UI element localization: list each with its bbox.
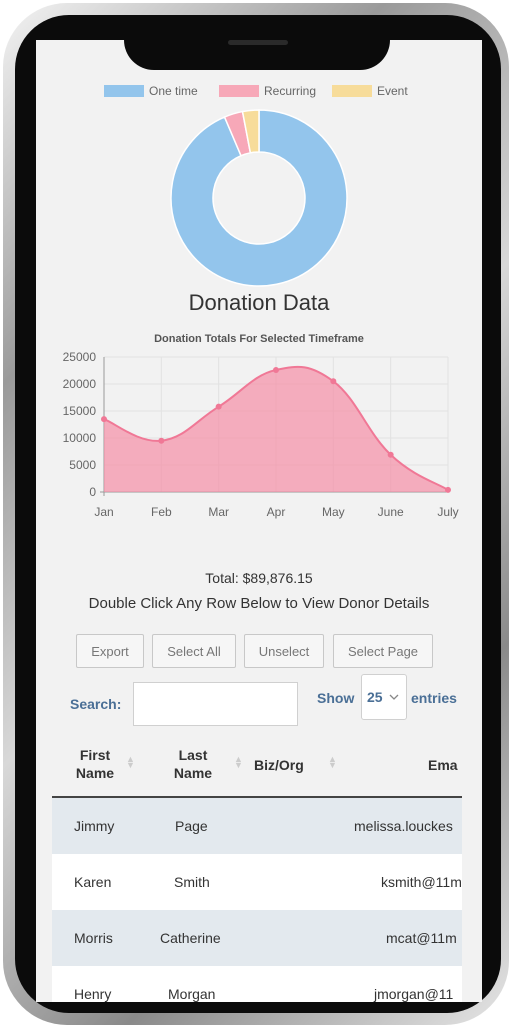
cell-last-name: Smith [174,874,210,890]
instruction-text: Double Click Any Row Below to View Donor… [88,595,430,612]
chevron-down-icon [389,694,399,700]
cell-last-name: Catherine [160,930,221,946]
legend-item-recurring[interactable]: Recurring [219,84,316,98]
table-row[interactable]: Henry Morgan jmorgan@11 [52,966,462,1002]
cell-email: jmorgan@11 [374,986,454,1002]
table-row[interactable]: Jimmy Page melissa.louckes [52,798,462,854]
x-tick-label: Mar [208,505,229,519]
legend-swatch [219,85,259,97]
cell-first-name: Karen [74,874,112,890]
cell-email: ksmith@11m [381,874,462,890]
area-fill [104,366,448,492]
cell-email: melissa.louckes [354,818,453,834]
header-last-name-line2: Name [173,765,213,781]
legend-label: One time [149,84,198,98]
search-input[interactable] [133,682,298,726]
header-first-name[interactable]: First Name [72,746,118,782]
x-tick-label: Apr [267,505,286,519]
line-chart-title: Donation Totals For Selected Timeframe [154,333,364,345]
x-tick-label: Jan [94,505,113,519]
header-last-name-line1: Last [178,747,208,763]
header-email[interactable]: Ema [428,756,462,774]
data-point [158,437,165,444]
entries-select-value: 25 [367,689,383,705]
legend-item-event[interactable]: Event [332,84,408,98]
donut-chart [170,109,348,287]
y-tick-label: 0 [89,485,96,499]
sort-icon: ▲ ▼ [126,754,135,770]
cell-first-name: Henry [74,986,112,1002]
legend-swatch [104,85,144,97]
header-first-name-line1: First [79,747,111,763]
header-last-name[interactable]: Last Name [168,746,218,782]
export-button[interactable]: Export [76,634,144,668]
y-tick-label: 5000 [69,458,96,472]
header-first-name-line2: Name [75,765,115,781]
table-row[interactable]: Morris Catherine mcat@11m [52,910,462,966]
y-tick-label: 10000 [63,431,97,445]
data-point [215,403,222,410]
search-label: Search: [70,696,122,712]
data-point [101,416,107,423]
data-point [330,378,337,385]
area-chart: 25000 20000 15000 10000 5000 0 Jan Feb Mar Apr May… [63,350,459,519]
legend-label: Recurring [264,84,317,98]
legend-label: Event [377,84,408,98]
sort-icon: ▲ ▼ [328,754,337,770]
legend-item-one-time[interactable]: One time [104,84,198,98]
y-tick-label: 20000 [63,377,97,391]
header-biz-org[interactable]: Biz/Org [254,756,324,774]
select-page-button[interactable]: Select Page [333,634,433,668]
cell-last-name: Morgan [168,986,216,1002]
cell-first-name: Jimmy [74,818,115,834]
data-point [273,366,279,373]
cell-email: mcat@11m [386,930,457,946]
table-row[interactable]: Karen Smith ksmith@11m [52,854,462,910]
app-screen: One time Recurring Event Donation Data D… [36,40,482,1002]
x-tick-label: July [437,505,458,519]
show-label: Show [317,690,355,706]
entries-label: entries [411,690,457,706]
cell-last-name: Page [175,818,208,834]
y-tick-label: 15000 [63,404,97,418]
page-title: Donation Data [188,290,330,315]
entries-select[interactable]: 25 [361,674,407,720]
y-tick-label: 25000 [63,350,97,364]
x-tick-label: June [378,505,404,519]
speaker-icon [228,40,288,45]
data-point [445,486,451,493]
donut-legend: One time Recurring Event [36,84,482,100]
cell-first-name: Morris [74,930,113,946]
total-amount: Total: $89,876.15 [205,570,313,586]
x-tick-label: May [322,505,345,519]
legend-swatch [332,85,372,97]
sort-icon: ▲ ▼ [234,754,243,770]
donor-table: First Name ▲ ▼ Last Name ▲ ▼ Biz/Org ▲ ▼ Em… [52,736,462,1002]
select-all-button[interactable]: Select All [152,634,236,668]
data-point [387,451,394,458]
x-tick-label: Feb [151,505,172,519]
unselect-button[interactable]: Unselect [244,634,324,668]
